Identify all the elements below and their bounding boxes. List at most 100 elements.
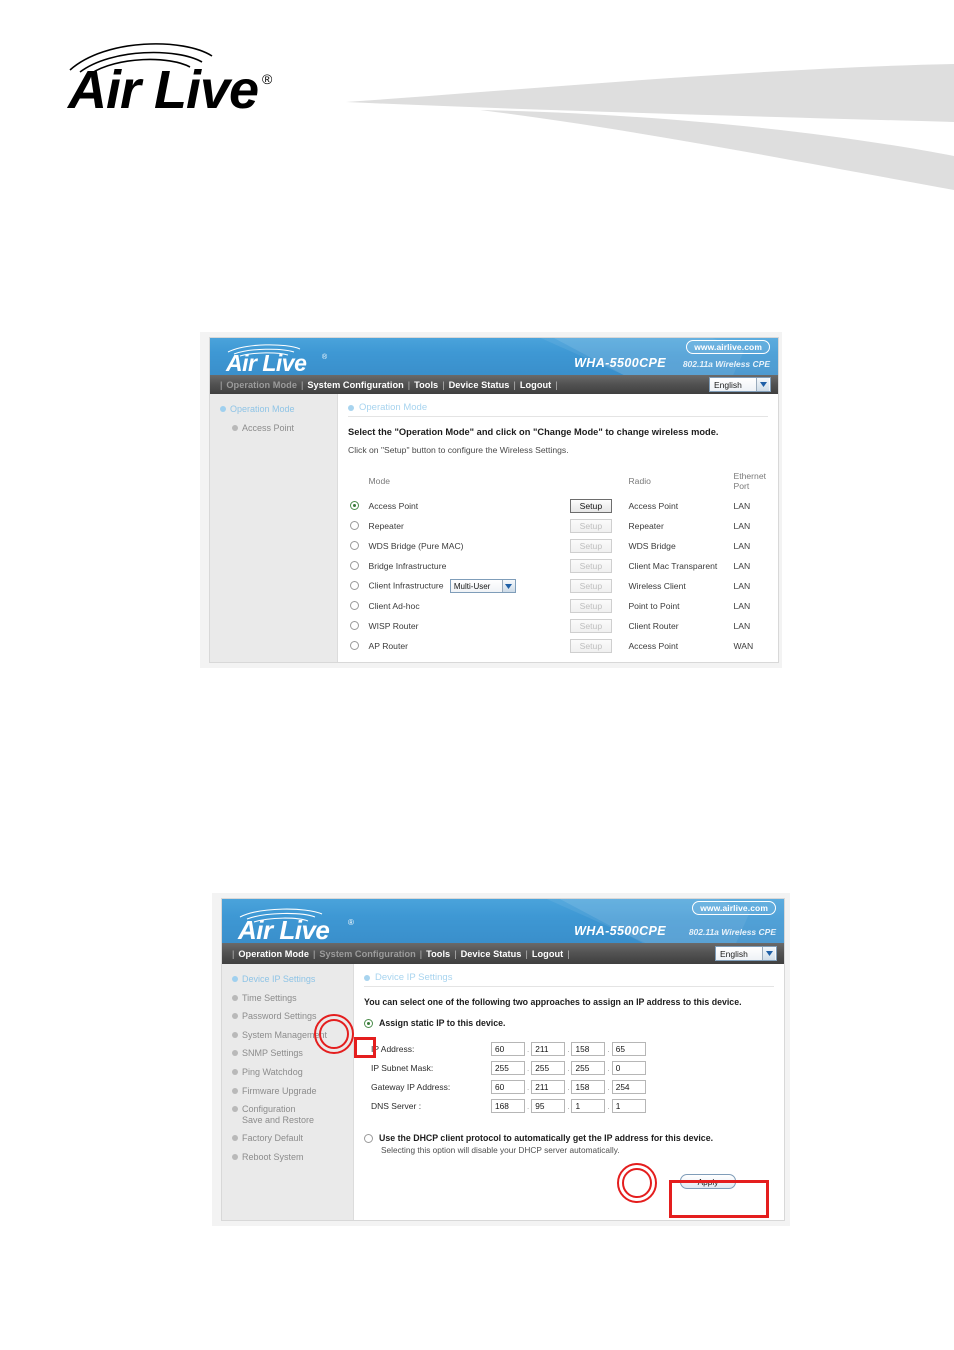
bullet-icon	[364, 974, 370, 981]
sidebar-item-label: Configuration Save and Restore	[242, 1104, 315, 1125]
language-select-one[interactable]: English	[709, 377, 771, 392]
sidebar-item-access-point[interactable]: Access Point	[210, 419, 337, 438]
ip-fields-table: IP Address: 60. 211. 158. 65 IP Subnet Mask…	[370, 1038, 647, 1117]
svg-text:®: ®	[322, 353, 328, 361]
static-ip-radio[interactable]	[364, 1018, 373, 1028]
bullet-icon	[232, 1031, 238, 1038]
cell-mode: Bridge Infrastructure	[367, 556, 568, 576]
cell-setup: Setup	[568, 536, 627, 556]
ip-address-octet-2[interactable]: 211	[531, 1042, 566, 1056]
device-banner-one: Air Live ® www.airlive.com WHA-5500CPE 8…	[210, 338, 778, 375]
mode-radio-repeater[interactable]	[350, 520, 359, 530]
table-row: Client Ad-hoc Setup Point to Point LAN	[348, 596, 768, 616]
mode-radio-wds-bridge[interactable]	[350, 540, 359, 550]
sidebar-item-ping-watchdog[interactable]: Ping Watchdog	[222, 1063, 353, 1082]
ip-address-octet-3[interactable]: 158	[571, 1042, 606, 1056]
dns-octet-4[interactable]: 1	[611, 1099, 646, 1113]
mode-label: Bridge Infrastructure	[368, 561, 447, 571]
table-row: Bridge Infrastructure Setup Client Mac T…	[348, 556, 768, 576]
nav-item-operation-mode[interactable]: Operation Mode	[226, 380, 297, 390]
cell-ethernet: LAN	[733, 501, 751, 511]
sidebar-item-system-management[interactable]: System Management	[222, 1026, 353, 1045]
sidebar-one: Operation Mode Access Point	[210, 394, 338, 662]
mode-radio-access-point[interactable]	[350, 500, 359, 510]
subnet-mask-octet-4[interactable]: 0	[611, 1061, 646, 1075]
main-content-one: Operation Mode Select the "Operation Mod…	[338, 394, 778, 662]
bullet-icon	[232, 1069, 238, 1076]
nav-item-operation-mode[interactable]: Operation Mode	[238, 949, 309, 959]
cell-radio	[348, 596, 367, 616]
nav-item-logout[interactable]: Logout	[532, 949, 563, 959]
nav-item-device-status[interactable]: Device Status	[461, 949, 522, 959]
sidebar-item-configuration-save-and-restore[interactable]: Configuration Save and Restore	[222, 1100, 353, 1129]
cell-setup: Setup	[568, 516, 627, 536]
dns-octet-2[interactable]: 95	[531, 1099, 566, 1113]
instruction-secondary: Click on "Setup" button to configure the…	[348, 445, 569, 455]
mode-radio-wisp-router[interactable]	[350, 620, 359, 630]
gateway-octet-3[interactable]: 158	[571, 1080, 606, 1094]
nav-item-system-configuration[interactable]: System Configuration	[307, 380, 403, 390]
dns-octet-3[interactable]: 1	[571, 1099, 606, 1113]
chevron-down-icon[interactable]	[756, 378, 769, 391]
cell-ethernet: LAN	[733, 541, 751, 551]
banner-url-badge-two[interactable]: www.airlive.com	[692, 901, 776, 915]
sidebar-item-label: Password Settings	[242, 1011, 317, 1022]
nav-item-device-status[interactable]: Device Status	[449, 380, 510, 390]
mode-radio-client-infrastructure[interactable]	[350, 580, 359, 590]
nav-item-tools[interactable]: Tools	[426, 949, 450, 959]
sidebar-item-factory-default[interactable]: Factory Default	[222, 1129, 353, 1148]
bullet-icon	[232, 1087, 238, 1094]
client-infrastructure-select[interactable]: Multi-User	[449, 579, 516, 593]
nav-separator: |	[525, 948, 528, 959]
subnet-mask-octet-3[interactable]: 255	[571, 1061, 606, 1075]
subnet-mask-octet-1[interactable]: 255	[491, 1061, 525, 1075]
nav-item-logout[interactable]: Logout	[520, 380, 551, 390]
page-header: Air Live ®	[0, 0, 954, 190]
setup-button-ap-router: Setup	[569, 639, 612, 653]
apply-button[interactable]: Apply	[680, 1174, 736, 1189]
ip-address-octet-1[interactable]: 60	[491, 1042, 525, 1056]
sidebar-item-password-settings[interactable]: Password Settings	[222, 1007, 353, 1026]
ip-address-octet-4[interactable]: 65	[611, 1042, 646, 1056]
cell-radio-type: Client Mac Transparent	[628, 561, 718, 571]
sidebar-item-time-settings[interactable]: Time Settings	[222, 989, 353, 1008]
dhcp-option-row[interactable]: Use the DHCP client protocol to automati…	[364, 1133, 774, 1143]
language-select-value: English	[714, 379, 742, 390]
nav-item-system-configuration[interactable]: System Configuration	[319, 949, 415, 959]
sidebar-item-device-ip-settings[interactable]: Device IP Settings	[222, 970, 353, 989]
sidebar-item-reboot-system[interactable]: Reboot System	[222, 1148, 353, 1167]
banner-url-badge-one[interactable]: www.airlive.com	[686, 340, 770, 354]
sidebar-item-firmware-upgrade[interactable]: Firmware Upgrade	[222, 1082, 353, 1101]
sidebar-heading-operation-mode[interactable]: Operation Mode	[210, 400, 337, 419]
cell-radio	[348, 576, 367, 596]
cell-mode: Client Infrastructure Multi-User	[367, 576, 568, 596]
sidebar-item-label: Device IP Settings	[242, 974, 316, 984]
ip-field-row: DNS Server : 168. 95. 1. 1	[370, 1098, 647, 1114]
sidebar-item-label: Access Point	[242, 422, 295, 433]
device-banner-two: Air Live ® www.airlive.com WHA-5500CPE 8…	[222, 899, 784, 943]
dhcp-radio[interactable]	[364, 1133, 373, 1143]
static-ip-option-row[interactable]: Assign static IP to this device.	[364, 1018, 774, 1028]
nav-item-tools[interactable]: Tools	[414, 380, 438, 390]
subnet-mask-octet-2[interactable]: 255	[531, 1061, 566, 1075]
gateway-octet-2[interactable]: 211	[531, 1080, 566, 1094]
gateway-octet-4[interactable]: 254	[611, 1080, 646, 1094]
cell-mode: Repeater	[367, 516, 568, 536]
mode-radio-bridge-infrastructure[interactable]	[350, 560, 359, 570]
cell-radio-type: Access Point	[628, 641, 679, 651]
cell-radio	[348, 496, 367, 516]
mode-radio-ap-router[interactable]	[350, 640, 359, 650]
bullet-icon	[232, 424, 238, 431]
sidebar-item-snmp-settings[interactable]: SNMP Settings	[222, 1044, 353, 1063]
chevron-down-icon[interactable]	[762, 947, 775, 960]
setup-button-wds-bridge: Setup	[569, 539, 612, 553]
setup-button-wisp-router: Setup	[569, 619, 612, 633]
screenshot-two-device-ui: Air Live ® www.airlive.com WHA-5500CPE 8…	[222, 899, 784, 1220]
sidebar-heading-label: Operation Mode	[230, 404, 295, 414]
chevron-down-icon[interactable]	[501, 580, 515, 592]
mode-radio-client-adhoc[interactable]	[350, 600, 359, 610]
dns-octet-1[interactable]: 168	[491, 1099, 525, 1113]
gateway-octet-1[interactable]: 60	[491, 1080, 525, 1094]
setup-button-access-point[interactable]: Setup	[569, 499, 612, 513]
language-select-two[interactable]: English	[715, 946, 777, 961]
